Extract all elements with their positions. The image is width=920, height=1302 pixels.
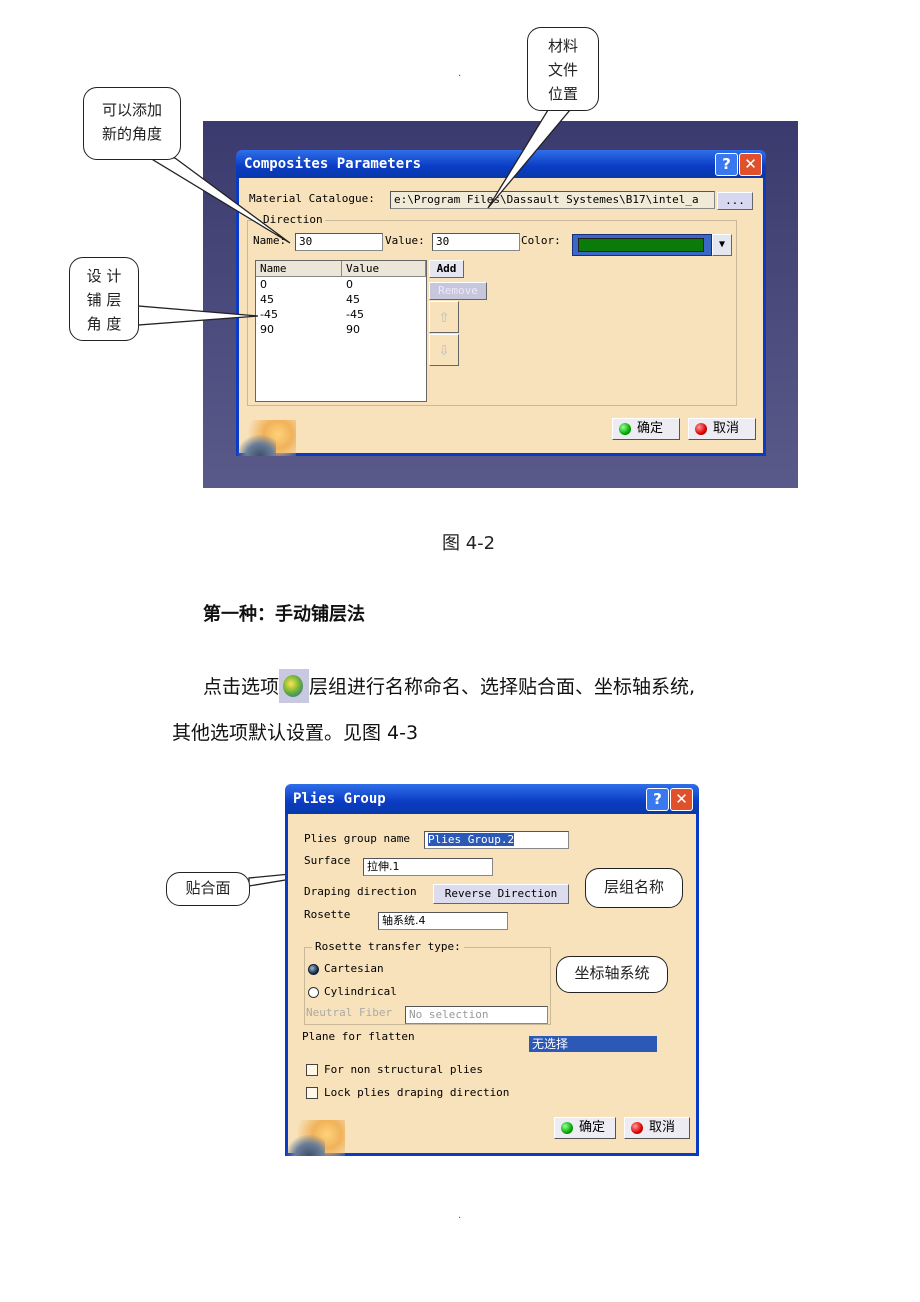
material-catalogue-field[interactable]: e:\Program Files\Dassault Systemes\B17\i… <box>390 191 715 209</box>
rosette-input[interactable]: 轴系统.4 <box>378 912 508 930</box>
paragraph-line-2: 其他选项默认设置。见图 4-3 <box>172 722 419 744</box>
table-row-value[interactable]: -45 <box>346 308 364 321</box>
directions-table: Name Value 0 0 45 45 -45 -45 90 90 <box>255 260 427 402</box>
color-dropdown-chevron-icon[interactable]: ▼ <box>712 234 732 256</box>
value-label: Value: <box>385 234 425 247</box>
help-icon[interactable]: ? <box>715 153 738 176</box>
plies-group-name-input[interactable]: Plies Group.2 <box>424 831 569 849</box>
ok-icon <box>619 423 631 435</box>
color-label: Color: <box>521 234 561 247</box>
page-marker: . <box>458 68 462 79</box>
plies-group-name-value: Plies Group.2 <box>428 833 515 846</box>
ok-button[interactable]: 确定 <box>554 1117 616 1139</box>
neutral-fiber-label: Neutral Fiber <box>306 1006 393 1019</box>
table-row-name[interactable]: 90 <box>260 323 274 336</box>
close-icon[interactable]: ✕ <box>739 153 762 176</box>
remove-button[interactable]: Remove <box>429 282 487 300</box>
draping-direction-label: Draping direction <box>304 885 417 898</box>
table-row-name[interactable]: 0 <box>260 278 267 291</box>
table-row-value[interactable]: 90 <box>346 323 360 336</box>
plies-group-icon <box>279 669 310 703</box>
paragraph-text-after-icon: 层组进行名称命名、选择贴合面、坐标轴系统, <box>309 676 696 698</box>
table-row-name[interactable]: 45 <box>260 293 274 306</box>
browse-button[interactable]: ... <box>717 192 753 210</box>
cylindrical-radio[interactable] <box>308 987 319 998</box>
plies-group-name-label: Plies group name <box>304 832 410 845</box>
callout-surface: 贴合面 <box>166 872 250 906</box>
cancel-label: 取消 <box>649 1120 676 1135</box>
composites-parameters-dialog: Composites Parameters ? ✕ Material Catal… <box>236 150 766 456</box>
callout-axis-system: 坐标轴系统 <box>556 956 668 993</box>
color-swatch <box>578 238 704 252</box>
dialog-title: Plies Group <box>293 791 386 807</box>
non-structural-label: For non structural plies <box>324 1063 483 1076</box>
surface-input[interactable]: 拉伸.1 <box>363 858 493 876</box>
callout-group-name: 层组名称 <box>585 868 683 908</box>
callout-design-angles: 设 计 铺 层 角 度 <box>69 257 139 341</box>
page-marker-bottom: . <box>458 1210 462 1221</box>
rosette-label: Rosette <box>304 908 351 921</box>
table-row-value[interactable]: 0 <box>346 278 353 291</box>
name-input[interactable]: 30 <box>295 233 383 251</box>
cartesian-label: Cartesian <box>324 962 384 975</box>
catia-globe-icon <box>236 434 276 456</box>
table-row-name[interactable]: -45 <box>260 308 278 321</box>
paragraph-line-1: 点击选项 层组进行名称命名、选择贴合面、坐标轴系统, <box>203 669 695 703</box>
table-row-value[interactable]: 45 <box>346 293 360 306</box>
color-picker[interactable] <box>572 234 712 256</box>
section-heading: 第一种：手动铺层法 <box>203 604 365 625</box>
cancel-icon <box>695 423 707 435</box>
figure-4-2-caption: 图 4-2 <box>442 533 496 554</box>
ok-button[interactable]: 确定 <box>612 418 680 440</box>
plane-for-flatten-label: Plane for flatten <box>302 1030 415 1043</box>
help-icon[interactable]: ? <box>646 788 669 811</box>
value-input[interactable]: 30 <box>432 233 520 251</box>
cancel-label: 取消 <box>713 421 740 436</box>
reverse-direction-button[interactable]: Reverse Direction <box>433 884 569 904</box>
dialog-title: Composites Parameters <box>244 156 422 172</box>
non-structural-checkbox[interactable] <box>306 1064 318 1076</box>
callout-material-location: 材料 文件 位置 <box>527 27 599 111</box>
name-label: Name: <box>253 234 287 247</box>
cylindrical-label: Cylindrical <box>324 985 397 998</box>
close-icon[interactable]: ✕ <box>670 788 693 811</box>
paragraph-text-before-icon: 点击选项 <box>203 676 280 698</box>
rosette-transfer-label: Rosette transfer type: <box>312 940 464 953</box>
material-catalogue-label: Material Catalogue: <box>249 192 375 205</box>
cartesian-radio[interactable] <box>308 964 319 975</box>
cancel-icon <box>631 1122 643 1134</box>
lock-draping-checkbox[interactable] <box>306 1087 318 1099</box>
plane-for-flatten-field[interactable]: 无选择 <box>529 1036 657 1052</box>
catia-globe-icon <box>285 1134 325 1156</box>
move-down-arrow-icon[interactable]: ⇩ <box>429 334 459 366</box>
add-button[interactable]: Add <box>429 260 464 278</box>
column-header-value[interactable]: Value <box>342 261 426 277</box>
ok-label: 确定 <box>637 421 664 436</box>
ok-icon <box>561 1122 573 1134</box>
neutral-fiber-input[interactable]: No selection <box>405 1006 548 1024</box>
lock-draping-label: Lock plies draping direction <box>324 1086 510 1099</box>
column-header-name[interactable]: Name <box>256 261 342 277</box>
cancel-button[interactable]: 取消 <box>624 1117 690 1139</box>
cancel-button[interactable]: 取消 <box>688 418 756 440</box>
move-up-arrow-icon[interactable]: ⇧ <box>429 301 459 333</box>
direction-group-label: Direction <box>261 213 325 226</box>
dialog-titlebar: Composites Parameters ? ✕ <box>236 150 766 178</box>
dialog-titlebar: Plies Group ? ✕ <box>285 784 699 814</box>
callout-add-angle: 可以添加 新的角度 <box>83 87 181 160</box>
ok-label: 确定 <box>579 1120 606 1135</box>
surface-label: Surface <box>304 854 351 867</box>
